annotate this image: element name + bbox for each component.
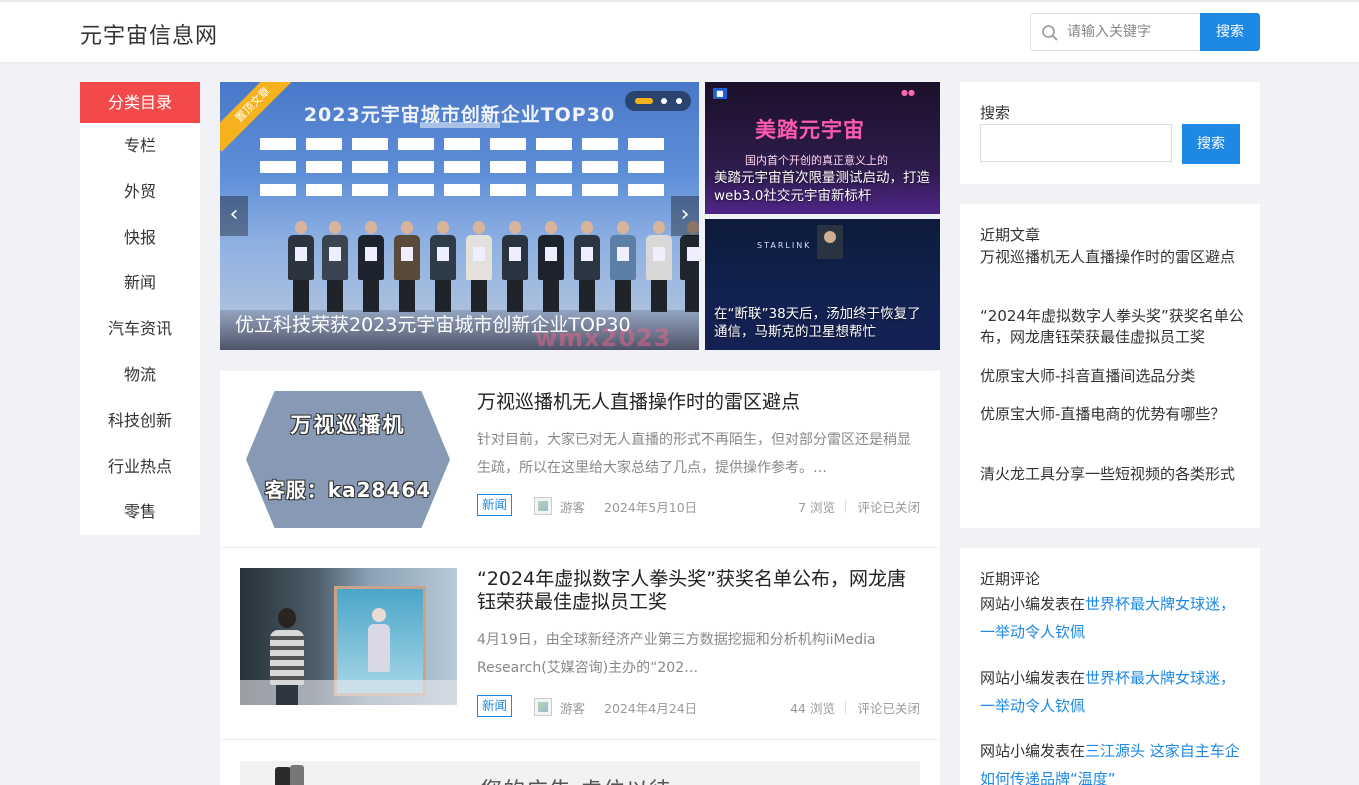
thumb-image-label: STARLINK (757, 241, 812, 250)
recent-comment-item: 网站小编发表在世界杯最大牌女球迷，一举动令人钦佩 (980, 664, 1245, 720)
ad-text: 您的广告 虚位以待 (480, 773, 672, 785)
phone-icon (290, 765, 304, 785)
category-item-tech[interactable]: 科技创新 (80, 398, 200, 444)
comment-author: 网站小编 (980, 669, 1041, 687)
category-item-industry[interactable]: 行业热点 (80, 444, 200, 490)
category-item-retail[interactable]: 零售 (80, 489, 200, 535)
post-excerpt: 针对目前，大家已对无人直播的形式不再陌生，但对部分雷区还是稍显生疏，所以在这里给… (477, 432, 911, 476)
comment-author: 网站小编 (980, 595, 1041, 613)
slider-pagination (625, 91, 691, 111)
meta-divider (845, 700, 846, 714)
post-author: 游客 (560, 500, 586, 515)
post-date: 2024年4月24日 (604, 701, 698, 716)
recent-comments-widget: 近期评论 网站小编发表在世界杯最大牌女球迷，一举动令人钦佩 网站小编发表在世界杯… (960, 548, 1260, 785)
featured-slider[interactable]: 2023元宇宙城市创新企业TOP30 wmx2023 置顶文章 ‹ › 优立科技… (220, 82, 699, 350)
post-author: 游客 (560, 701, 586, 716)
slider-dot-1[interactable] (635, 98, 653, 104)
post-meta: 新闻 游客 2024年4月24日 44 浏览 评论已关闭 (477, 695, 920, 717)
thumb-video-screen (817, 225, 843, 259)
search-icon (1042, 25, 1058, 41)
phone-icon (275, 767, 291, 785)
post-category-badge[interactable]: 新闻 (477, 695, 513, 717)
widget-title: 近期评论 (980, 570, 1041, 588)
post-comments-status: 评论已关闭 (857, 500, 920, 515)
thumb-logo-tag: ●● (901, 88, 915, 97)
header-search-box (1030, 13, 1200, 51)
widget-title: 搜索 (980, 104, 1011, 122)
post-thumbnail[interactable] (240, 568, 457, 705)
post-image-line1: 万视巡播机 (290, 413, 406, 437)
post-image-line2: 客服：ka28464 (264, 478, 432, 502)
category-item-column[interactable]: 专栏 (80, 123, 200, 169)
thumb-image-subtitle: 国内首个开创的真正意义上的 (745, 154, 888, 167)
comment-connector: 发表在 (1040, 595, 1086, 613)
slider-prev-arrow[interactable]: ‹ (220, 196, 248, 236)
side-thumb-starlink[interactable]: STARLINK 在“断联”38天后，汤加终于恢复了通信，马斯克的卫星想帮忙 (705, 219, 940, 350)
meta-divider (845, 499, 846, 513)
slider-banner-subline (420, 122, 500, 128)
thumb-brand-tag: ■ (713, 88, 727, 99)
post-title[interactable]: 万视巡播机无人直播操作时的雷区避点 (477, 391, 920, 414)
post-date: 2024年5月10日 (604, 500, 698, 515)
slider-dot-2[interactable] (661, 98, 667, 104)
recent-comment-item: 网站小编发表在世界杯最大牌女球迷，一举动令人钦佩 (980, 590, 1245, 646)
recent-post-link[interactable]: “2024年虚拟数字人拳头奖”获奖名单公布，网龙唐钰荣获最佳虚拟员工奖 (980, 306, 1245, 348)
post-list: 万视巡播机 客服：ka28464 万视巡播机无人直播操作时的雷区避点 针对目前，… (220, 371, 940, 785)
award-group-photo (288, 202, 699, 312)
recent-post-link[interactable]: 优原宝大师-抖音直播间选品分类 (980, 366, 1245, 387)
post-excerpt: 4月19日，由全球新经济产业第三方数据挖掘和分析机构iiMedia Resear… (477, 632, 876, 676)
user-avatar-icon (534, 497, 552, 515)
post-thumbnail[interactable]: 万视巡播机 客服：ka28464 (240, 391, 457, 528)
slider-next-arrow[interactable]: › (671, 196, 699, 236)
side-thumb-caption[interactable]: 在“断联”38天后，汤加终于恢复了通信，马斯克的卫星想帮忙 (714, 305, 934, 341)
sponsor-logo-wall (260, 134, 670, 204)
category-item-foreign-trade[interactable]: 外贸 (80, 169, 200, 215)
category-item-flash[interactable]: 快报 (80, 215, 200, 261)
post-category-badge[interactable]: 新闻 (477, 494, 513, 516)
header-search-button[interactable]: 搜索 (1200, 13, 1260, 51)
recent-comment-item: 网站小编发表在三江源头 这家自主车企如何传递品牌“温度” (980, 737, 1245, 785)
post-title[interactable]: “2024年虚拟数字人拳头奖”获奖名单公布，网龙唐钰荣获最佳虚拟员工奖 (477, 568, 920, 614)
post-comments-status: 评论已关闭 (857, 701, 920, 716)
header-search-input[interactable] (1067, 22, 1195, 42)
category-item-news[interactable]: 新闻 (80, 260, 200, 306)
side-thumb-metaverse[interactable]: ■ ●● 美踏元宇宙 国内首个开创的真正意义上的 美踏元宇宙首次限量测试启动，打… (705, 82, 940, 214)
thumb-image-title: 美踏元宇宙 (755, 118, 865, 142)
post-views: 7 浏览 (798, 500, 835, 515)
user-avatar-icon (534, 698, 552, 716)
comment-author: 网站小编 (980, 742, 1041, 760)
comment-connector: 发表在 (1040, 669, 1086, 687)
recent-posts-widget: 近期文章 万视巡播机无人直播操作时的雷区避点 “2024年虚拟数字人拳头奖”获奖… (960, 204, 1260, 528)
side-thumb-caption[interactable]: 美踏元宇宙首次限量测试启动，打造web3.0社交元宇宙新标杆 (714, 169, 934, 205)
site-title[interactable]: 元宇宙信息网 (80, 18, 218, 50)
category-item-auto[interactable]: 汽车资讯 (80, 306, 200, 352)
hexagon-ad-image: 万视巡播机 客服：ka28464 (246, 391, 450, 528)
ad-banner[interactable]: 您的广告 虚位以待 (240, 761, 920, 785)
category-nav: 分类目录 专栏 外贸 快报 新闻 汽车资讯 物流 科技创新 行业热点 零售 (80, 82, 200, 535)
sidebar-search-widget: 搜索 搜索 (960, 82, 1260, 184)
virtual-human-office-image (240, 568, 457, 705)
recent-post-link[interactable]: 万视巡播机无人直播操作时的雷区避点 (980, 247, 1245, 268)
post-meta: 新闻 游客 2024年5月10日 7 浏览 评论已关闭 (477, 494, 920, 516)
post-item: “2024年虚拟数字人拳头奖”获奖名单公布，网龙唐钰荣获最佳虚拟员工奖 4月19… (220, 548, 940, 740)
sidebar-search-input[interactable] (980, 124, 1172, 162)
widget-title: 近期文章 (980, 226, 1041, 244)
recent-post-link[interactable]: 清火龙工具分享一些短视频的各类形式 (980, 464, 1245, 485)
comment-connector: 发表在 (1040, 742, 1086, 760)
slider-dot-3[interactable] (676, 98, 682, 104)
recent-post-link[interactable]: 优原宝大师-直播电商的优势有哪些？ (980, 404, 1245, 425)
post-views: 44 浏览 (790, 701, 835, 716)
post-item: 万视巡播机 客服：ka28464 万视巡播机无人直播操作时的雷区避点 针对目前，… (220, 371, 940, 548)
category-nav-heading[interactable]: 分类目录 (80, 82, 200, 123)
category-item-logistics[interactable]: 物流 (80, 352, 200, 398)
slider-caption[interactable]: 优立科技荣获2023元宇宙城市创新企业TOP30 (235, 310, 631, 337)
sidebar-search-button[interactable]: 搜索 (1182, 124, 1240, 164)
